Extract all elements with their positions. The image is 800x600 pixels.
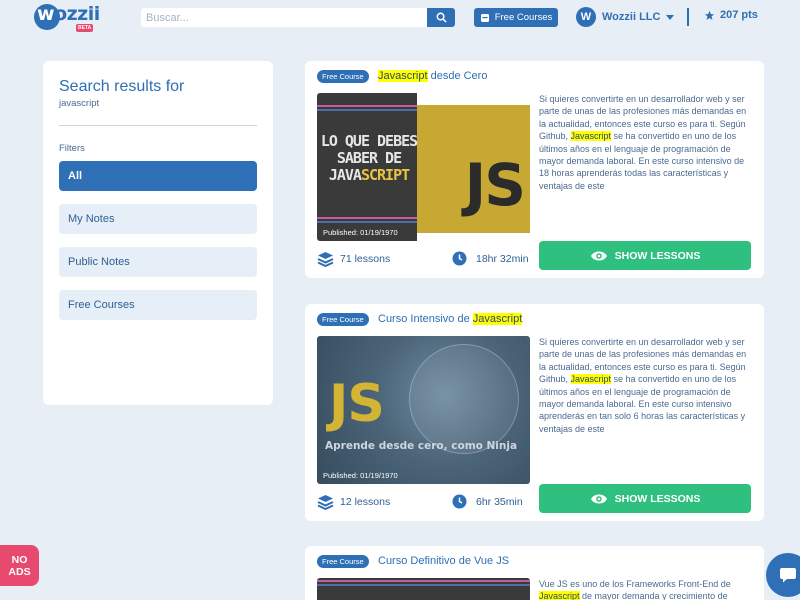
duration-label: 6hr 35min [476, 495, 523, 508]
show-lessons-label: SHOW LESSONS [614, 249, 701, 262]
course-thumbnail[interactable]: JS LO QUE DEBES SABER DE JAVASCRIPT Publ… [317, 93, 530, 241]
free-course-badge: Free Course [317, 313, 369, 326]
thumb-js-text: JS [464, 151, 526, 219]
course-description: Vue JS es uno de los Frameworks Front-En… [539, 578, 753, 600]
course-thumbnail[interactable]: JS Aprende desde cero, como Ninja Publis… [317, 336, 530, 484]
thumb-headline: LO QUE DEBES SABER DE JAVASCRIPT [320, 133, 418, 184]
chat-button[interactable] [766, 553, 800, 597]
thumb-globe [409, 344, 519, 454]
wozzii-logo[interactable]: wozzii BETA [34, 2, 100, 32]
thumb-stripe [317, 105, 417, 107]
filter-my-notes[interactable]: My Notes [59, 204, 257, 234]
title-highlight: Javascript [472, 313, 523, 325]
free-courses-label: Free Courses [494, 12, 553, 23]
top-bar: wozzii BETA Free Courses W Wozzii LLC 20… [0, 0, 800, 36]
eye-icon [590, 494, 607, 503]
free-course-badge: Free Course [317, 555, 369, 568]
points-label: 207 pts [720, 9, 758, 21]
layers-icon [317, 252, 334, 267]
clock-icon [452, 494, 467, 509]
thumb-line: SABER DE [336, 149, 402, 167]
desc-text: Vue JS es uno de los Frameworks Front-En… [539, 579, 731, 589]
filter-public-notes[interactable]: Public Notes [59, 247, 257, 277]
thumb-stripe [317, 580, 530, 582]
course-card: Free Course Javascript desde Cero JS LO … [305, 61, 764, 278]
lessons-count: 12 lessons [317, 494, 390, 510]
course-title[interactable]: Javascript desde Cero [378, 70, 487, 82]
header-divider [687, 8, 689, 26]
title-highlight: Javascript [378, 70, 428, 82]
thumb-stripe [317, 217, 417, 219]
search-button[interactable] [427, 8, 455, 27]
show-lessons-button[interactable]: SHOW LESSONS [539, 484, 751, 513]
course-duration: 6hr 35min [452, 494, 523, 509]
beta-badge: BETA [76, 24, 94, 32]
sidebar-divider [59, 125, 257, 126]
org-name: Wozzii LLC [602, 11, 661, 23]
published-date: Published: 01/19/1970 [323, 471, 398, 480]
search-results-title: Search results for [59, 78, 185, 95]
search-sidebar: Search results for javascript Filters Al… [43, 61, 273, 405]
filters-label: Filters [59, 143, 85, 154]
desc-highlight: Javascript [570, 131, 612, 142]
desc-highlight: Javascript [570, 374, 612, 385]
eye-icon [590, 251, 607, 260]
no-ads-button[interactable]: NO ADS [0, 545, 39, 586]
free-course-badge: Free Course [317, 70, 369, 83]
filter-free-courses[interactable]: Free Courses [59, 290, 257, 320]
course-title[interactable]: Curso Definitivo de Vue JS [378, 555, 509, 567]
search-icon [436, 12, 447, 23]
no-ads-line: ADS [8, 565, 31, 578]
thumb-js-panel: JS [417, 105, 530, 233]
free-courses-button[interactable]: Free Courses [474, 8, 558, 27]
thumb-stripe [317, 109, 417, 111]
filter-all[interactable]: All [59, 161, 257, 191]
thumb-subtitle: Aprende desde cero, como Ninja [325, 440, 518, 452]
logo-wordmark: wozzii [37, 3, 100, 25]
search-input[interactable] [141, 8, 427, 27]
logo-letter: w [37, 3, 55, 25]
star-icon [704, 10, 715, 20]
logo-rest: ozzii [54, 3, 100, 25]
title-text-after: desde Cero [427, 70, 488, 82]
desc-text: de mayor demanda y crecimiento de [579, 591, 728, 600]
title-text: Curso Intensivo de [378, 313, 473, 325]
org-avatar: W [576, 7, 596, 27]
no-ads-line: NO [11, 553, 28, 566]
thumb-line: JAVASCRIPT [320, 167, 418, 184]
thumb-line-part: SCRIPT [360, 166, 410, 184]
show-lessons-button[interactable]: SHOW LESSONS [539, 241, 751, 270]
lessons-count: 71 lessons [317, 251, 390, 267]
course-duration: 18hr 32min [452, 251, 529, 266]
lessons-label: 71 lessons [340, 253, 391, 265]
thumb-stripe [317, 584, 530, 586]
search-query: javascript [59, 98, 100, 109]
course-card: Free Course Curso Intensivo de Javascrip… [305, 304, 764, 521]
thumb-js-text: JS [329, 374, 385, 434]
course-card: Free Course Curso Definitivo de Vue JS V… [305, 546, 764, 600]
course-thumbnail[interactable] [317, 578, 530, 600]
thumb-line: LO QUE DEBES [320, 132, 418, 150]
lessons-label: 12 lessons [340, 496, 391, 508]
thumb-line-part: JAVA [328, 166, 362, 184]
chevron-down-icon [666, 14, 675, 20]
show-lessons-label: SHOW LESSONS [614, 492, 701, 505]
published-date: Published: 01/19/1970 [323, 228, 398, 237]
chat-bubble-icon [780, 568, 796, 583]
no-ads-label: NO ADS [8, 554, 30, 578]
desc-highlight: Javascript [539, 591, 580, 600]
organization-switcher[interactable]: W Wozzii LLC [576, 6, 675, 28]
thumb-stripe [317, 221, 417, 223]
course-title[interactable]: Curso Intensivo de Javascript [378, 313, 523, 325]
graduation-cap-icon [480, 13, 489, 22]
layers-icon [317, 495, 334, 510]
course-description: Si quieres convertirte en un desarrollad… [539, 93, 753, 192]
course-description: Si quieres convertirte en un desarrollad… [539, 336, 753, 435]
duration-label: 18hr 32min [476, 252, 529, 265]
points-display[interactable]: 207 pts [704, 9, 758, 21]
clock-icon [452, 251, 467, 266]
